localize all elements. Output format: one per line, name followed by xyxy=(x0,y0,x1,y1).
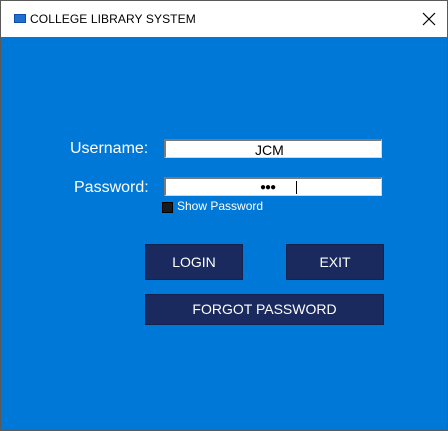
exit-button-label: EXIT xyxy=(319,254,351,270)
login-button[interactable]: LOGIN xyxy=(145,244,243,280)
password-field[interactable]: ●●● xyxy=(164,177,382,196)
username-value: JCM xyxy=(255,142,284,158)
forgot-password-button[interactable]: FORGOT PASSWORD xyxy=(145,294,384,325)
password-value: ●●● xyxy=(260,182,276,193)
close-icon xyxy=(422,12,436,26)
username-field[interactable]: JCM xyxy=(164,139,382,158)
forgot-password-button-label: FORGOT PASSWORD xyxy=(192,301,337,317)
app-window-icon xyxy=(14,14,26,23)
password-label: Password: xyxy=(74,179,149,196)
username-label: Username: xyxy=(70,140,149,157)
window-title: COLLEGE LIBRARY SYSTEM xyxy=(30,12,196,26)
show-password-label[interactable]: Show Password xyxy=(177,199,263,213)
login-window: COLLEGE LIBRARY SYSTEM Username: JCM Pas… xyxy=(0,0,448,431)
text-caret xyxy=(296,181,297,194)
title-bar[interactable]: COLLEGE LIBRARY SYSTEM xyxy=(1,1,447,37)
show-password-checkbox[interactable] xyxy=(162,202,173,213)
exit-button[interactable]: EXIT xyxy=(286,244,384,280)
login-button-label: LOGIN xyxy=(172,254,216,270)
login-form: Username: JCM Password: ●●● Show Passwor… xyxy=(1,37,447,430)
close-button[interactable] xyxy=(411,1,447,37)
